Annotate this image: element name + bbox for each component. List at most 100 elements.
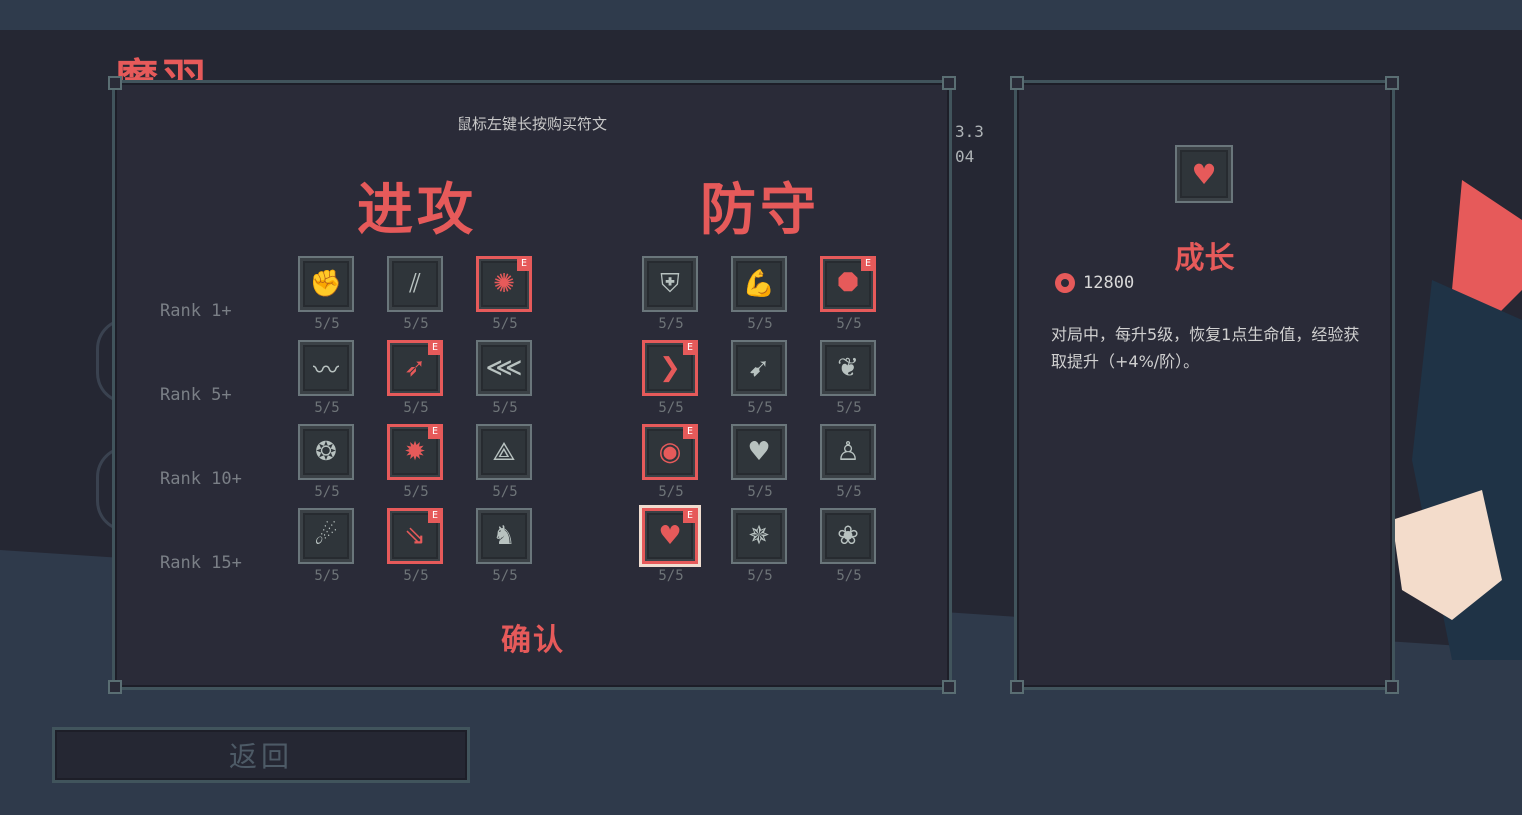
rank-label: Rank 10+ <box>160 469 242 489</box>
rune-tile[interactable]: ♥ <box>731 424 787 480</box>
rune-tile[interactable]: ✵ <box>731 508 787 564</box>
rune-slot[interactable]: ☄ 5/5 <box>298 508 356 586</box>
rune-count: 5/5 <box>403 484 429 500</box>
wind-arcs-icon: 〰 <box>303 345 349 391</box>
rune-slot[interactable]: ♙ 5/5 <box>820 424 878 502</box>
currency-icon <box>1055 273 1075 293</box>
panel-corner <box>108 680 122 694</box>
beast-icon: ♞ <box>481 513 527 559</box>
rune-slot[interactable]: ♥ 5/5 <box>731 424 789 502</box>
rune-count: 5/5 <box>836 484 862 500</box>
rune-slot[interactable]: ❂ 5/5 <box>298 424 356 502</box>
back-button[interactable]: 返回 <box>52 727 470 783</box>
rune-slot[interactable]: ⋘ 5/5 <box>476 340 534 418</box>
rune-count: 5/5 <box>403 316 429 332</box>
rune-count: 5/5 <box>747 484 773 500</box>
rune-tile[interactable]: ❦ <box>820 340 876 396</box>
rune-tile[interactable]: ⇘ E <box>387 508 443 564</box>
fist-icon: ✊ <box>303 261 349 307</box>
purchase-hint: 鼠标左键长按购买符文 <box>456 115 607 133</box>
rune-tile[interactable]: ⫽ <box>387 256 443 312</box>
equipped-badge: E <box>683 509 697 523</box>
rune-tile[interactable]: ♙ <box>820 424 876 480</box>
panel-corner <box>942 680 956 694</box>
rune-tile[interactable]: ❯ E <box>642 340 698 396</box>
rune-slot[interactable]: ➹ 5/5 <box>731 340 789 418</box>
figure-icon: ♙ <box>825 429 871 475</box>
rune-tile[interactable]: 〰 <box>298 340 354 396</box>
rune-slot[interactable]: ⯃ E 5/5 <box>820 256 878 334</box>
rune-tile[interactable]: ◉ E <box>642 424 698 480</box>
slash-icon: ⫽ <box>392 261 438 307</box>
rank-label: Rank 1+ <box>160 301 232 321</box>
equipped-badge: E <box>861 257 875 271</box>
rune-slot[interactable]: 〰 5/5 <box>298 340 356 418</box>
rank-label: Rank 5+ <box>160 385 232 405</box>
flame-drop-icon: ❦ <box>825 345 871 391</box>
panel-corner <box>1010 76 1024 90</box>
rune-count: 5/5 <box>658 316 684 332</box>
phoenix-icon: ❀ <box>825 513 871 559</box>
rune-tile[interactable]: ✊ <box>298 256 354 312</box>
character-name: 魔羽 <box>114 44 210 80</box>
rune-tile[interactable]: 💪 <box>731 256 787 312</box>
triangle-orb-icon: ⟁ <box>481 429 527 475</box>
equipped-badge: E <box>683 341 697 355</box>
panel-corner <box>1385 680 1399 694</box>
rune-tile[interactable]: ⋘ <box>476 340 532 396</box>
attack-title: 进攻 <box>357 178 477 243</box>
rune-count: 5/5 <box>314 400 340 416</box>
rune-tile[interactable]: ⛨ <box>642 256 698 312</box>
rune-tile[interactable]: ➶ E <box>387 340 443 396</box>
rune-cost: 12800 <box>1055 273 1134 293</box>
rune-tile[interactable]: ♞ <box>476 508 532 564</box>
rune-slot[interactable]: ⇘ E 5/5 <box>387 508 445 586</box>
rune-count: 5/5 <box>314 568 340 584</box>
rune-count: 5/5 <box>658 400 684 416</box>
rune-selection-panel: 鼠标左键长按购买符文 进攻 防守 Rank 1+ Rank 5+ Rank 10… <box>108 76 956 694</box>
rune-slot[interactable]: ⟁ 5/5 <box>476 424 534 502</box>
rune-info-panel: ♥ 成长 12800 对局中，每升5级，恢复1点生命值，经验获取提升（+4%/阶… <box>1010 76 1399 694</box>
equipped-badge: E <box>683 425 697 439</box>
rune-slot[interactable]: ✺ E 5/5 <box>476 256 534 334</box>
rune-slot[interactable]: ♞ 5/5 <box>476 508 534 586</box>
equipped-badge: E <box>428 425 442 439</box>
burst-arrow-icon: ⋘ <box>481 345 527 391</box>
muscle-icon: 💪 <box>736 261 782 307</box>
rune-preview: ♥ <box>1175 145 1233 203</box>
rune-slot[interactable]: 💪 5/5 <box>731 256 789 334</box>
rune-tile[interactable]: ❀ <box>820 508 876 564</box>
confirm-button[interactable]: 确认 <box>501 615 565 659</box>
rune-tile[interactable]: ☄ <box>298 508 354 564</box>
rune-count: 5/5 <box>403 568 429 584</box>
rune-tile[interactable]: ⯃ E <box>820 256 876 312</box>
rune-count: 5/5 <box>836 316 862 332</box>
rune-slot[interactable]: ❦ 5/5 <box>820 340 878 418</box>
comet-icon: ☄ <box>303 513 349 559</box>
rune-tile[interactable]: ⟁ <box>476 424 532 480</box>
rune-name: 成长 <box>1174 241 1235 276</box>
rune-slot[interactable]: ◉ E 5/5 <box>642 424 700 502</box>
rune-slot[interactable]: ⫽ 5/5 <box>387 256 445 334</box>
rune-slot[interactable]: ➶ E 5/5 <box>387 340 445 418</box>
stat-readout: 04 <box>955 147 975 166</box>
rune-slot[interactable]: ♥ E 5/5 <box>642 508 700 586</box>
rune-tile[interactable]: ✺ E <box>476 256 532 312</box>
rune-tile[interactable]: ♥ E <box>642 508 698 564</box>
equipped-badge: E <box>428 509 442 523</box>
rune-count: 5/5 <box>314 484 340 500</box>
rune-slot[interactable]: ✹ E 5/5 <box>387 424 445 502</box>
rune-count: 5/5 <box>747 568 773 584</box>
rune-tile[interactable]: ➹ <box>731 340 787 396</box>
rune-slot[interactable]: ❀ 5/5 <box>820 508 878 586</box>
rune-tile[interactable]: ❂ <box>298 424 354 480</box>
rune-slot[interactable]: ⛨ 5/5 <box>642 256 700 334</box>
rune-count: 5/5 <box>836 568 862 584</box>
stat-readout: 3.3 <box>955 122 984 141</box>
rune-tile[interactable]: ✹ E <box>387 424 443 480</box>
rune-slot[interactable]: ❯ E 5/5 <box>642 340 700 418</box>
rune-slot[interactable]: ✵ 5/5 <box>731 508 789 586</box>
equipped-badge: E <box>428 341 442 355</box>
top-bar <box>0 0 1522 30</box>
rune-slot[interactable]: ✊ 5/5 <box>298 256 356 334</box>
